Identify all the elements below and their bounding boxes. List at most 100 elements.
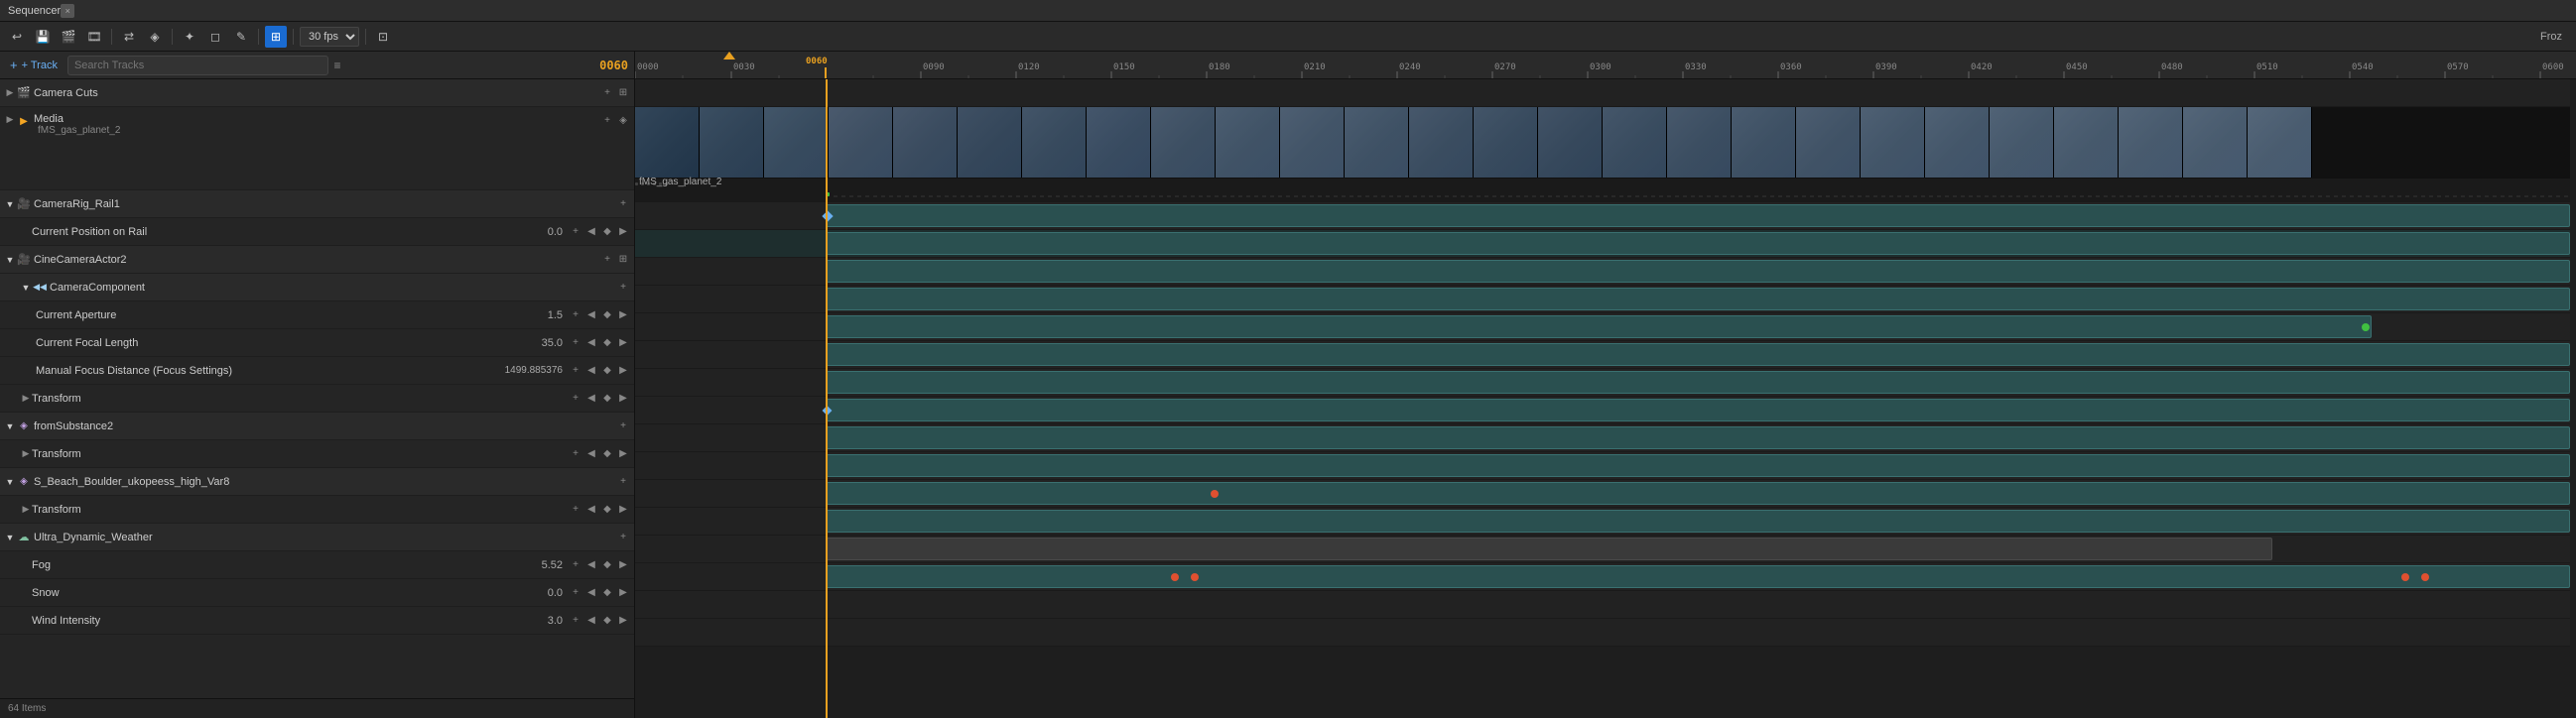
add-btn-weather[interactable]: +	[616, 531, 630, 544]
next-kf-fog[interactable]: ▶	[616, 558, 630, 572]
tl-row-cine-camera-actor2[interactable]	[635, 258, 2570, 286]
toolbar-btn-select[interactable]: ⇄	[118, 26, 140, 48]
toolbar-btn-render[interactable]: 🎞	[83, 26, 105, 48]
add-btn-transform-3[interactable]: +	[569, 503, 582, 517]
toolbar-btn-tools3[interactable]: ✦	[179, 26, 200, 48]
track-row-current-position-rail[interactable]: ▶ Current Position on Rail 0.0 + ◀ ◆ ▶	[0, 218, 634, 246]
playhead[interactable]	[826, 79, 828, 718]
track-row-s-beach-boulder[interactable]: ▼ ◈ S_Beach_Boulder_ukopeess_high_Var8 +	[0, 468, 634, 496]
track-row-from-substance2[interactable]: ▼ ◈ fromSubstance2 +	[0, 413, 634, 440]
prev-kf-btn-position-rail[interactable]: ◀	[584, 225, 598, 239]
add-kf-focal-length[interactable]: ◆	[600, 336, 614, 350]
kf-btn-focus-distance[interactable]: +	[569, 364, 582, 378]
tl-row-transform-1[interactable]	[635, 397, 2570, 424]
add-kf-transform-3[interactable]: ◆	[600, 503, 614, 517]
prev-kf-focus-distance[interactable]: ◀	[584, 364, 598, 378]
media-extra[interactable]: ◈	[616, 113, 630, 127]
search-input[interactable]	[67, 56, 328, 75]
kf-btn-aperture[interactable]: +	[569, 308, 582, 322]
tl-row-camera-component[interactable]	[635, 286, 2570, 313]
expand-cine-camera-actor2[interactable]: ▼	[4, 254, 16, 266]
tl-row-transform-2[interactable]	[635, 452, 2570, 480]
add-kf-transform-1[interactable]: ◆	[600, 392, 614, 406]
tl-row-transform-3[interactable]	[635, 508, 2570, 536]
tl-row-s-beach-boulder[interactable]	[635, 480, 2570, 508]
tl-row-current-aperture[interactable]	[635, 313, 2570, 341]
add-track-button[interactable]: + + Track	[6, 56, 62, 74]
tl-row-camera-cuts[interactable]	[635, 79, 2570, 107]
prev-kf-transform-3[interactable]: ◀	[584, 503, 598, 517]
add-kf-transform-2[interactable]: ◆	[600, 447, 614, 461]
track-row-camera-component[interactable]: ▼ ◀◀ CameraComponent +	[0, 274, 634, 301]
prev-kf-wind-intensity[interactable]: ◀	[584, 614, 598, 628]
next-kf-aperture[interactable]: ▶	[616, 308, 630, 322]
track-row-wind-intensity[interactable]: ▶ Wind Intensity 3.0 + ◀ ◆ ▶	[0, 607, 634, 635]
track-row-camera-cuts[interactable]: ▶ 🎬 Camera Cuts + ⊞	[0, 79, 634, 107]
track-row-current-aperture[interactable]: Current Aperture 1.5 + ◀ ◆ ▶	[0, 301, 634, 329]
add-btn-cine-camera[interactable]: +	[600, 253, 614, 267]
prev-kf-transform-1[interactable]: ◀	[584, 392, 598, 406]
add-kf-focus-distance[interactable]: ◆	[600, 364, 614, 378]
kf-btn-focal-length[interactable]: +	[569, 336, 582, 350]
tl-row-fog[interactable]	[635, 563, 2570, 591]
next-kf-transform-1[interactable]: ▶	[616, 392, 630, 406]
add-btn-camera-component[interactable]: +	[616, 281, 630, 295]
next-kf-btn-position-rail[interactable]: ▶	[616, 225, 630, 239]
add-btn-substance2[interactable]: +	[616, 419, 630, 433]
add-keyframe-btn-media[interactable]: +	[600, 113, 614, 127]
next-kf-snow[interactable]: ▶	[616, 586, 630, 600]
timeline-tracks[interactable]: fMS_gas_planet_2	[635, 79, 2576, 718]
add-btn-camera-rig[interactable]: +	[616, 197, 630, 211]
add-kf-aperture[interactable]: ◆	[600, 308, 614, 322]
toolbar-btn-tools4[interactable]: ◻	[204, 26, 226, 48]
toolbar-btn-capture[interactable]: ⊡	[372, 26, 394, 48]
tl-row-current-position-rail[interactable]	[635, 230, 2570, 258]
prev-kf-transform-2[interactable]: ◀	[584, 447, 598, 461]
kf-btn-snow[interactable]: +	[569, 586, 582, 600]
add-btn-transform-1[interactable]: +	[569, 392, 582, 406]
expand-media[interactable]: ▶	[4, 113, 16, 125]
tl-row-camera-rig-rail1[interactable]	[635, 202, 2570, 230]
timeline-ruler[interactable]: 0000 0030 0060 0090 0120 0150 0180 0210 …	[635, 52, 2576, 79]
toolbar-btn-snap[interactable]: ⊞	[265, 26, 287, 48]
tl-row-ultra-dynamic-weather[interactable]	[635, 536, 2570, 563]
track-row-transform-2[interactable]: ▶ Transform + ◀ ◆ ▶	[0, 440, 634, 468]
add-kf-wind-intensity[interactable]: ◆	[600, 614, 614, 628]
prev-kf-fog[interactable]: ◀	[584, 558, 598, 572]
expand-transform-2[interactable]: ▶	[20, 448, 32, 460]
add-btn-transform-2[interactable]: +	[569, 447, 582, 461]
track-row-cine-camera-actor2[interactable]: ▼ 🎥 CineCameraActor2 + ⊞	[0, 246, 634, 274]
tl-row-current-focal-length[interactable]	[635, 341, 2570, 369]
next-kf-wind-intensity[interactable]: ▶	[616, 614, 630, 628]
add-keyframe-btn-camera-cuts[interactable]: +	[600, 86, 614, 100]
next-kf-transform-2[interactable]: ▶	[616, 447, 630, 461]
track-row-manual-focus-distance[interactable]: Manual Focus Distance (Focus Settings) 1…	[0, 357, 634, 385]
toolbar-btn-undo[interactable]: ↩	[6, 26, 28, 48]
add-kf-fog[interactable]: ◆	[600, 558, 614, 572]
track-row-snow[interactable]: ▶ Snow 0.0 + ◀ ◆ ▶	[0, 579, 634, 607]
expand-s-beach-boulder[interactable]: ▼	[4, 476, 16, 488]
expand-transform-1[interactable]: ▶	[20, 393, 32, 405]
next-kf-transform-3[interactable]: ▶	[616, 503, 630, 517]
filter-icon[interactable]: ≡	[334, 59, 341, 72]
expand-camera-cuts[interactable]: ▶	[4, 87, 16, 99]
title-bar-close[interactable]: ×	[61, 4, 74, 18]
kf-btn-position-rail[interactable]: +	[569, 225, 582, 239]
fps-selector[interactable]: 24 fps 30 fps 60 fps	[300, 27, 359, 47]
track-row-transform-1[interactable]: ▶ Transform + ◀ ◆ ▶	[0, 385, 634, 413]
track-row-fog[interactable]: ▶ Fog 5.52 + ◀ ◆ ▶	[0, 551, 634, 579]
kf-btn-wind-intensity[interactable]: +	[569, 614, 582, 628]
toolbar-btn-tools2[interactable]: ◈	[144, 26, 166, 48]
kf-btn-fog[interactable]: +	[569, 558, 582, 572]
add-kf-btn-position-rail[interactable]: ◆	[600, 225, 614, 239]
add-kf-snow[interactable]: ◆	[600, 586, 614, 600]
next-kf-focal-length[interactable]: ▶	[616, 336, 630, 350]
expand-from-substance2[interactable]: ▼	[4, 420, 16, 432]
track-row-transform-3[interactable]: ▶ Transform + ◀ ◆ ▶	[0, 496, 634, 524]
expand-transform-3[interactable]: ▶	[20, 504, 32, 516]
prev-kf-focal-length[interactable]: ◀	[584, 336, 598, 350]
prev-kf-snow[interactable]: ◀	[584, 586, 598, 600]
expand-camera-rig-rail1[interactable]: ▼	[4, 198, 16, 210]
tl-row-media[interactable]: fMS_gas_planet_2	[635, 107, 2570, 190]
toolbar-btn-tools5[interactable]: ✎	[230, 26, 252, 48]
